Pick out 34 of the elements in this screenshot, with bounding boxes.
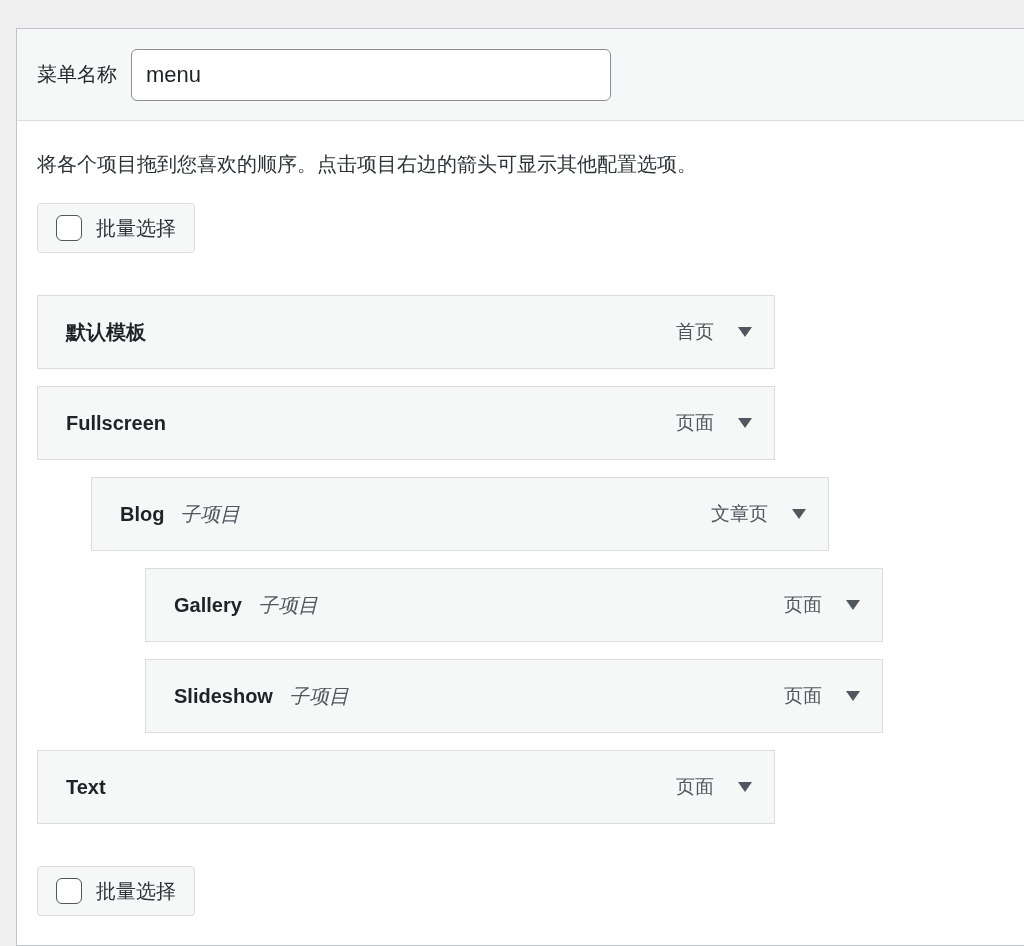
item-title: Fullscreen <box>66 411 167 435</box>
item-type: 页面 <box>784 684 822 708</box>
menu-item[interactable]: Text 页面 <box>37 750 775 824</box>
caret-icon[interactable] <box>738 418 752 428</box>
item-type: 页面 <box>784 593 822 617</box>
item-type: 页面 <box>676 411 714 435</box>
checkbox[interactable] <box>56 215 82 241</box>
bulk-select-button[interactable]: 批量选择 <box>37 866 195 916</box>
instructions-text: 将各个项目拖到您喜欢的顺序。点击项目右边的箭头可显示其他配置选项。 <box>37 152 698 177</box>
caret-icon[interactable] <box>846 600 860 610</box>
item-title: 默认模板 <box>66 319 146 345</box>
menu-item[interactable]: 默认模板 首页 <box>37 295 775 369</box>
menu-name-label: 菜单名称 <box>37 62 117 87</box>
item-title: Slideshow <box>174 684 273 708</box>
item-title: Text <box>66 775 106 799</box>
sub-item-label: 子项目 <box>288 683 349 709</box>
checkbox[interactable] <box>56 878 82 904</box>
caret-icon[interactable] <box>738 782 752 792</box>
menu-item[interactable]: Blog 子项目 文章页 <box>91 477 829 551</box>
menu-item[interactable]: Fullscreen 页面 <box>37 386 775 460</box>
item-title: Gallery <box>174 593 242 617</box>
caret-icon[interactable] <box>792 509 806 519</box>
item-type: 页面 <box>676 775 714 799</box>
caret-icon[interactable] <box>738 327 752 337</box>
caret-icon[interactable] <box>846 691 860 701</box>
item-type: 首页 <box>676 320 714 344</box>
item-type: 文章页 <box>711 502 768 526</box>
sub-item-label: 子项目 <box>257 592 318 618</box>
menu-name-field[interactable]: menu <box>131 48 611 101</box>
menu-item[interactable]: Slideshow 子项目 页面 <box>145 659 883 733</box>
item-title: Blog <box>120 502 165 526</box>
sub-item-label: 子项目 <box>180 501 241 527</box>
bulk-select-button[interactable]: 批量选择 <box>37 203 195 253</box>
menu-item[interactable]: Gallery 子项目 页面 <box>145 568 883 642</box>
